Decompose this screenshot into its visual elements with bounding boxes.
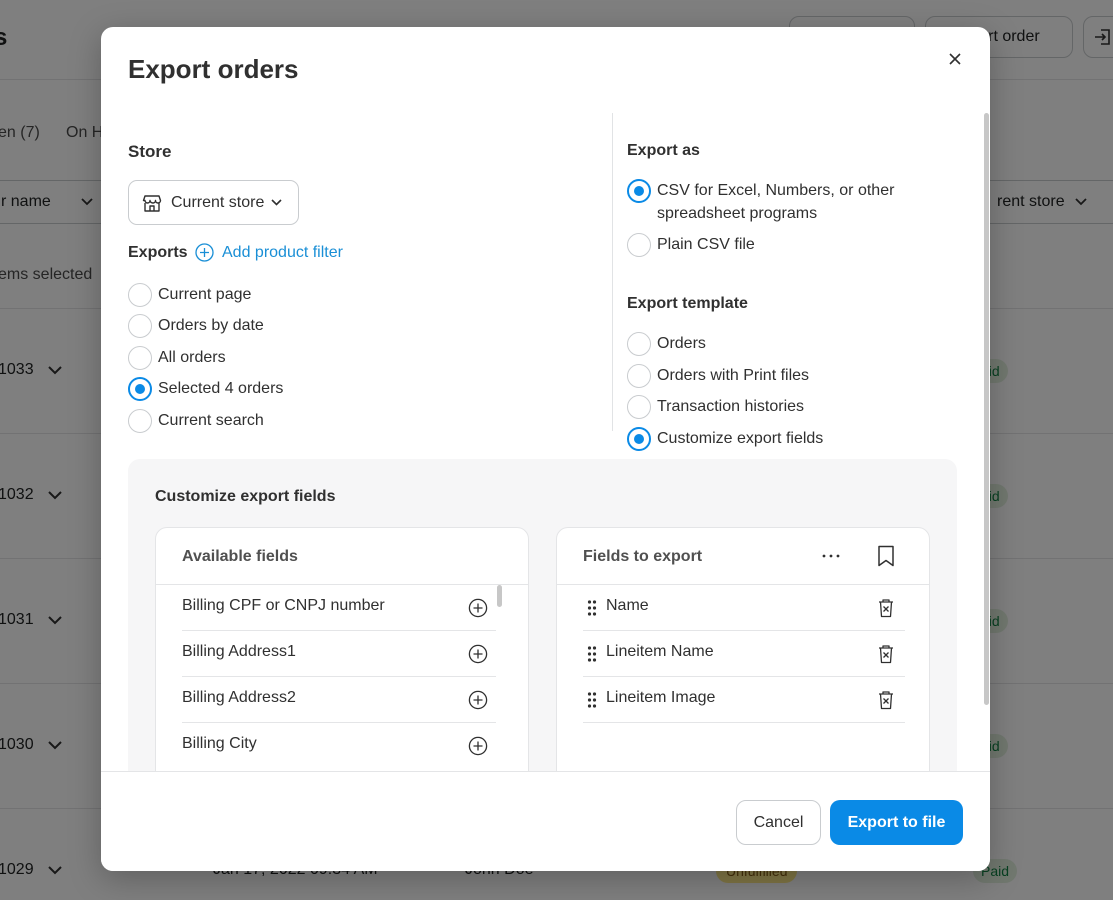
customize-title: Customize export fields: [155, 488, 336, 505]
add-product-filter-label: Add product filter: [222, 243, 343, 261]
radio-button[interactable]: [128, 283, 152, 307]
export-as-csv-excel[interactable]: CSV for Excel, Numbers, or other spreadsh…: [627, 179, 894, 225]
field-label: Billing Address2: [182, 689, 296, 706]
radio-label-line1: CSV for Excel, Numbers, or other: [657, 182, 895, 199]
list-item[interactable]: Lineitem Image: [583, 677, 905, 723]
export-as-label: Export as: [627, 142, 700, 159]
list-item: Billing CPF or CNPJ number: [182, 585, 496, 631]
close-button[interactable]: [943, 47, 967, 71]
template-orders-with-print-files[interactable]: Orders with Print files: [627, 364, 809, 388]
column-divider: [612, 113, 613, 431]
export-orders-modal: Export orders Store Current store Export…: [101, 27, 990, 871]
store-icon: [142, 194, 162, 212]
list-item: Billing Address1: [182, 631, 496, 677]
radio-label: Orders with Print files: [657, 367, 810, 384]
field-label: Name: [606, 597, 649, 614]
radio-label: Plain CSV file: [657, 236, 755, 253]
radio-label-line2: spreadsheet programs: [657, 205, 818, 222]
bookmark-icon[interactable]: [877, 545, 895, 567]
radio-button-selected[interactable]: [128, 377, 152, 401]
plus-circle-icon: [195, 243, 214, 262]
chevron-down-icon: [271, 199, 282, 206]
fields-to-export-title: Fields to export: [583, 548, 703, 565]
drag-handle-icon[interactable]: [587, 645, 597, 663]
export-option-all-orders[interactable]: All orders: [128, 346, 226, 370]
store-select[interactable]: Current store: [128, 180, 299, 225]
field-label: Billing Address1: [182, 643, 296, 660]
export-as-plain-csv[interactable]: Plain CSV file: [627, 233, 755, 257]
template-orders[interactable]: Orders: [627, 332, 706, 356]
modal-footer: Cancel Export to file: [101, 771, 990, 871]
radio-label: Orders: [657, 335, 706, 352]
radio-button[interactable]: [627, 332, 651, 356]
drag-handle-icon[interactable]: [587, 599, 597, 617]
store-select-value: Current store: [171, 193, 265, 211]
trash-icon[interactable]: [877, 644, 895, 664]
radio-label: Current search: [158, 412, 264, 429]
trash-icon[interactable]: [877, 690, 895, 710]
radio-label: Orders by date: [158, 317, 264, 334]
available-fields-title: Available fields: [182, 548, 298, 565]
radio-label: All orders: [158, 349, 226, 366]
close-icon: [949, 53, 961, 65]
radio-label: Selected 4 orders: [158, 380, 284, 397]
radio-button[interactable]: [128, 409, 152, 433]
trash-icon[interactable]: [877, 598, 895, 618]
field-label: Lineitem Image: [606, 689, 716, 706]
radio-button[interactable]: [128, 346, 152, 370]
export-option-current-search[interactable]: Current search: [128, 409, 264, 433]
export-option-current-page[interactable]: Current page: [128, 283, 251, 307]
plus-circle-icon[interactable]: [468, 598, 488, 618]
export-option-selected-orders[interactable]: Selected 4 orders: [128, 377, 283, 401]
export-template-label: Export template: [627, 295, 748, 312]
template-transaction-histories[interactable]: Transaction histories: [627, 395, 804, 419]
radio-button[interactable]: [627, 395, 651, 419]
radio-label: Current page: [158, 286, 252, 303]
radio-label: Transaction histories: [657, 398, 805, 415]
field-label: Billing City: [182, 735, 257, 752]
cancel-button[interactable]: Cancel: [736, 800, 821, 845]
list-item: Billing City: [182, 723, 496, 769]
store-label: Store: [128, 142, 172, 161]
field-label: Billing CPF or CNPJ number: [182, 597, 385, 614]
export-to-file-button[interactable]: Export to file: [830, 800, 963, 845]
card-header: Available fields: [156, 528, 528, 585]
customize-export-panel: Customize export fields Available fields…: [128, 459, 957, 771]
add-product-filter-link[interactable]: Add product filter: [195, 243, 343, 262]
plus-circle-icon[interactable]: [468, 736, 488, 756]
list-item[interactable]: Lineitem Name: [583, 631, 905, 677]
radio-button[interactable]: [128, 314, 152, 338]
list-item[interactable]: Name: [583, 585, 905, 631]
modal-body: Store Current store Exports Add product …: [101, 113, 990, 771]
export-option-orders-by-date[interactable]: Orders by date: [128, 314, 264, 338]
exports-label: Exports: [128, 244, 188, 261]
template-customize-export-fields[interactable]: Customize export fields: [627, 427, 823, 451]
available-fields-card: Available fields Billing CPF or CNPJ num…: [155, 527, 529, 771]
radio-button[interactable]: [627, 233, 651, 257]
plus-circle-icon[interactable]: [468, 690, 488, 710]
fields-to-export-card: Fields to export Name Lineitem Name Line…: [556, 527, 930, 771]
more-horizontal-icon[interactable]: [821, 546, 841, 566]
plus-circle-icon[interactable]: [468, 644, 488, 664]
card-header: Fields to export: [557, 528, 929, 585]
modal-scrollbar[interactable]: [984, 113, 989, 705]
radio-button-selected[interactable]: [627, 179, 651, 203]
drag-handle-icon[interactable]: [587, 691, 597, 709]
list-item: Billing Address2: [182, 677, 496, 723]
radio-button[interactable]: [627, 364, 651, 388]
field-label: Lineitem Name: [606, 643, 714, 660]
scrollbar[interactable]: [497, 585, 502, 607]
radio-label: CSV for Excel, Numbers, or other spreadsh…: [657, 179, 894, 225]
modal-title: Export orders: [128, 54, 299, 84]
radio-label: Customize export fields: [657, 430, 824, 447]
radio-button-selected[interactable]: [627, 427, 651, 451]
